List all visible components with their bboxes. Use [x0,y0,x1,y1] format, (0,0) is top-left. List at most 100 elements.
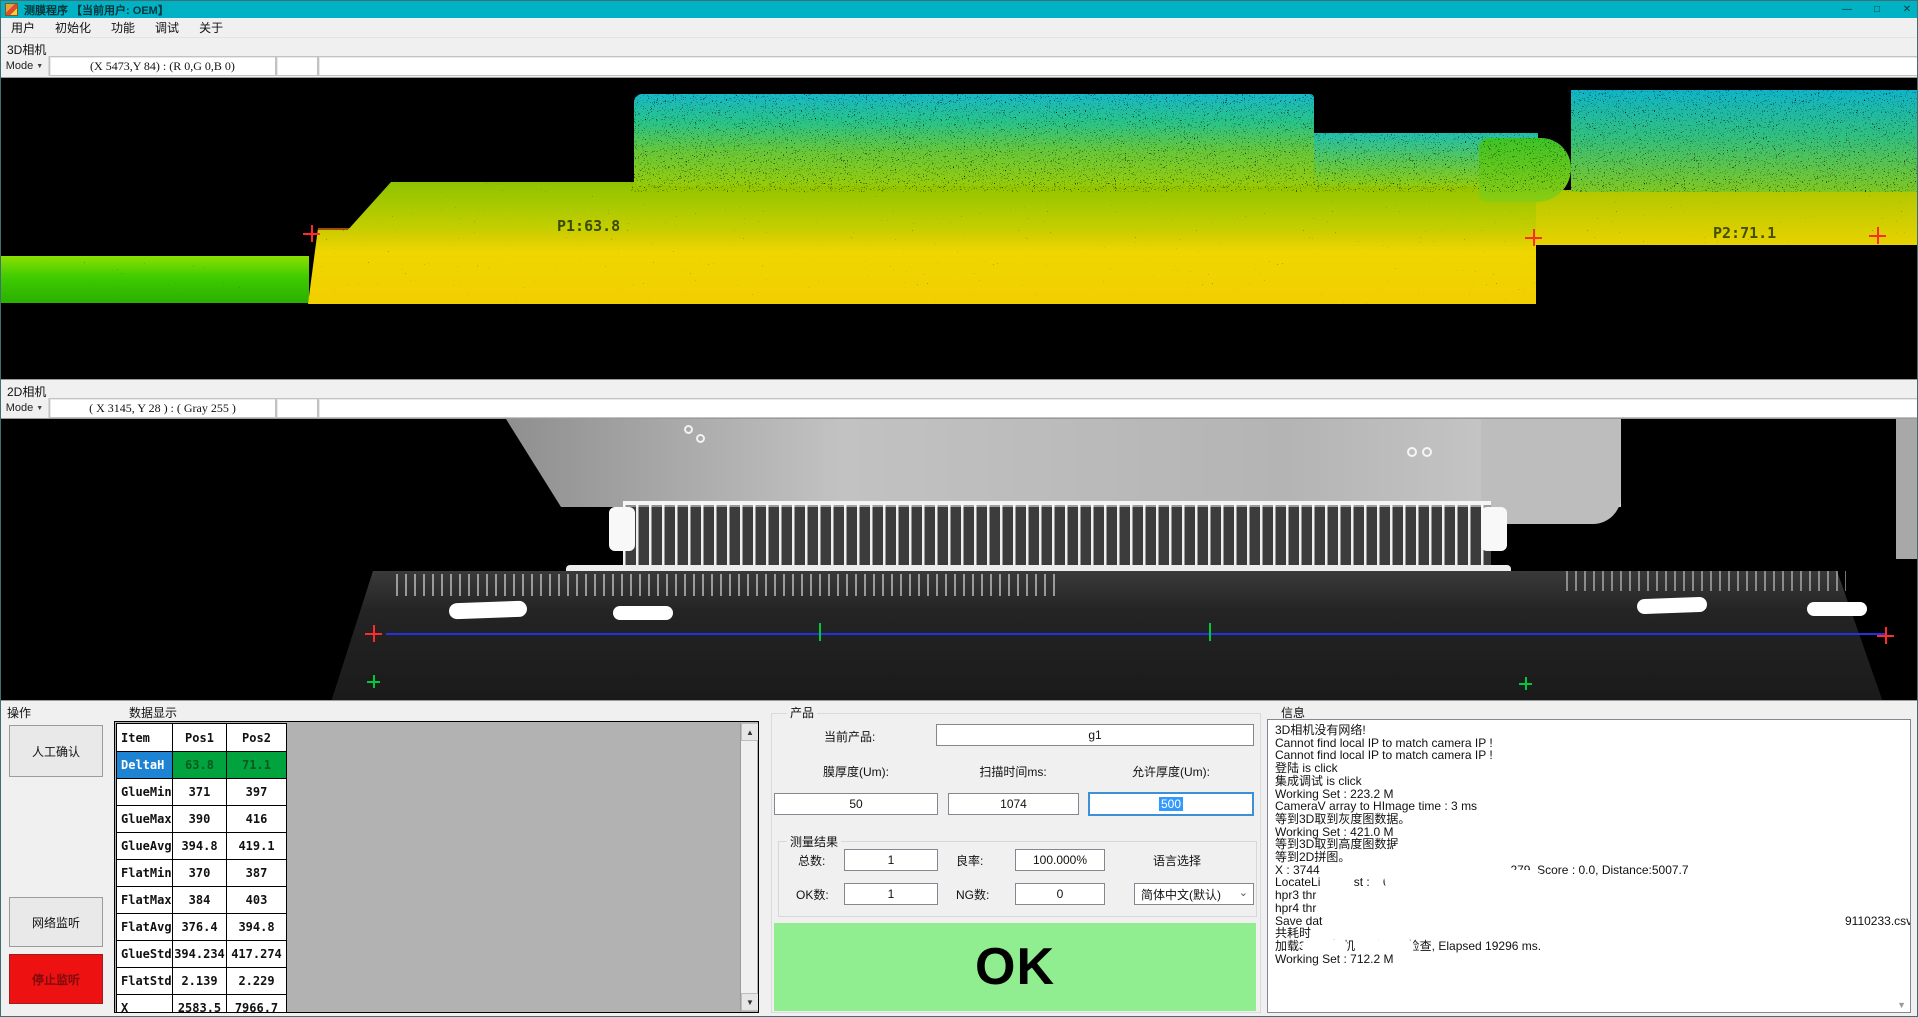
allow-thickness-field[interactable]: 500 [1088,792,1254,816]
table-row[interactable]: GlueMax 390 416 [117,806,287,833]
current-product-label: 当前产品: [824,728,875,745]
redaction-blob [1302,940,1348,953]
pcb-hole-icon [1422,447,1432,457]
chevron-down-icon: ⌄ [1239,886,1248,899]
log-line: 集成调试 is click [1275,775,1362,788]
chevron-down-icon: ▼ [36,63,43,70]
menu-item-user[interactable]: 用户 [1,19,45,36]
log-line: 登陆 is click [1275,762,1338,775]
base-pad-strip-left [396,574,1056,596]
log-line: hpr3 thr [1275,889,1316,902]
connector-endcap-right [1481,507,1507,551]
connector-endcap-left [609,507,635,551]
heightmap-hook [1479,138,1571,202]
glue-blob [1807,602,1867,616]
scroll-down-icon[interactable]: ▼ [1897,1000,1906,1010]
log-line: 等到2D拼图。 [1275,851,1350,864]
film-thickness-label: 膜厚度(Um): [776,763,936,780]
minimize-icon[interactable]: — [1839,4,1855,15]
ng-count-field[interactable]: 0 [1015,883,1105,905]
ng-count-label: NG数: [956,886,989,903]
menu-item-init[interactable]: 初始化 [45,19,101,36]
stop-listen-button[interactable]: 停止监听 [9,954,103,1004]
camera3d-viewport[interactable]: P1:63.8 P2:71.1 [1,77,1918,380]
log-line: 3D相机没有网络! [1275,724,1366,737]
green-cross-marker [367,675,380,688]
table-row[interactable]: GlueAvg 394.8 419.1 [117,833,287,860]
crosshair-marker-2d-right [1877,627,1894,644]
data-display-group-label: 数据显示 [129,704,177,721]
language-select-dropdown[interactable]: 简体中文(默认) ⌄ [1134,883,1254,905]
ok-count-field[interactable]: 1 [844,883,938,905]
image-edge-strip [1896,419,1918,559]
pcb-hole-icon [684,425,693,434]
p1-measurement-label: P1:63.8 [557,217,620,235]
heightmap-left-strip [1,256,309,303]
green-tick-marker [819,623,821,641]
table-row[interactable]: FlatAvg 376.4 394.8 [117,914,287,941]
table-row[interactable]: GlueStd 394.234 417.274 [117,941,287,968]
table-scrollbar[interactable]: ▲ ▼ [740,723,757,1011]
crosshair-marker-3d-left [303,225,320,242]
pcb-hole-icon [1407,447,1417,457]
table-row[interactable]: FlatMax 384 403 [117,887,287,914]
manual-confirm-button[interactable]: 人工确认 [9,725,103,777]
scroll-up-icon[interactable]: ▲ [741,723,759,741]
menu-item-debug[interactable]: 调试 [145,19,189,36]
camera2d-pixel-status: ( X 3145, Y 28 ) : ( Gray 255 ) [49,398,276,418]
table-row[interactable]: DeltaH 63.8 71.1 [117,752,287,779]
total-count-label: 总数: [798,852,825,869]
glue-blob [449,601,528,620]
allow-thickness-label: 允许厚度(Um): [1091,763,1251,780]
glue-blob [1637,597,1707,614]
maximize-icon[interactable]: □ [1869,4,1885,15]
scan-line-blue [386,633,1886,635]
results-group-label: 测量结果 [787,833,841,850]
log-line: 共耗时 [1275,927,1311,940]
data-display-panel: Item Pos1 Pos2 DeltaH 63.8 71.1 GlueMin … [114,721,759,1013]
camera3d-mode-button[interactable]: Mode ▼ [1,56,49,76]
heightmap-right-upper [1571,90,1918,192]
table-row[interactable]: GlueMin 371 397 [117,779,287,806]
film-thickness-field[interactable]: 50 [774,793,938,815]
camera3d-pixel-status: (X 5473,Y 84) : (R 0,G 0,B 0) [49,56,276,76]
network-listen-button[interactable]: 网络监听 [9,897,103,947]
scan-time-field[interactable]: 1074 [948,793,1079,815]
log-line: Working Set : 712.2 M [1275,953,1394,966]
camera3d-mode-row: Mode ▼ (X 5473,Y 84) : (R 0,G 0,B 0) [1,56,1918,76]
camera3d-status-cell-3 [318,56,1918,76]
table-header-row: Item Pos1 Pos2 [117,724,287,752]
table-row[interactable]: X 2583.5 7966.7 [117,995,287,1014]
log-csv-filename: 9110233.csv [1845,915,1911,928]
current-product-field[interactable]: g1 [936,724,1254,746]
total-count-field[interactable]: 1 [844,849,938,871]
product-group-label: 产品 [787,704,817,721]
log-line: hpr4 thr [1275,902,1316,915]
application-window: 测膜程序 【当前用户: OEM】 — □ ✕ 用户 初始化 功能 调试 关于 3… [0,0,1918,1017]
operation-group-label: 操作 [7,704,31,721]
close-icon[interactable]: ✕ [1899,4,1915,15]
window-title: 测膜程序 【当前用户: OEM】 [24,2,169,18]
glue-blob [613,606,673,620]
yield-label: 良率: [956,852,983,869]
connector-pins [623,501,1491,573]
log-panel[interactable]: 3D相机没有网络! Cannot find local IP to match … [1267,719,1911,1013]
pcb-board [506,419,1621,507]
menu-item-about[interactable]: 关于 [189,19,233,36]
table-row[interactable]: FlatStd 2.139 2.229 [117,968,287,995]
column-header-pos1[interactable]: Pos1 [173,724,227,752]
scan-time-label: 扫描时间ms: [933,763,1093,780]
camera2d-status-cell-3 [318,398,1918,418]
scroll-down-icon[interactable]: ▼ [741,993,759,1011]
table-row[interactable]: FlatMin 370 387 [117,860,287,887]
column-header-item[interactable]: Item [117,724,173,752]
menu-item-function[interactable]: 功能 [101,19,145,36]
camera2d-mode-button[interactable]: Mode ▼ [1,398,49,418]
yield-field[interactable]: 100.000% [1015,849,1105,871]
selected-text: 500 [1159,797,1183,811]
green-cross-marker [1519,677,1532,690]
result-status-text: OK [975,937,1055,997]
camera2d-viewport[interactable] [1,418,1918,701]
p2-measurement-label: P2:71.1 [1713,224,1776,242]
column-header-pos2[interactable]: Pos2 [227,724,287,752]
